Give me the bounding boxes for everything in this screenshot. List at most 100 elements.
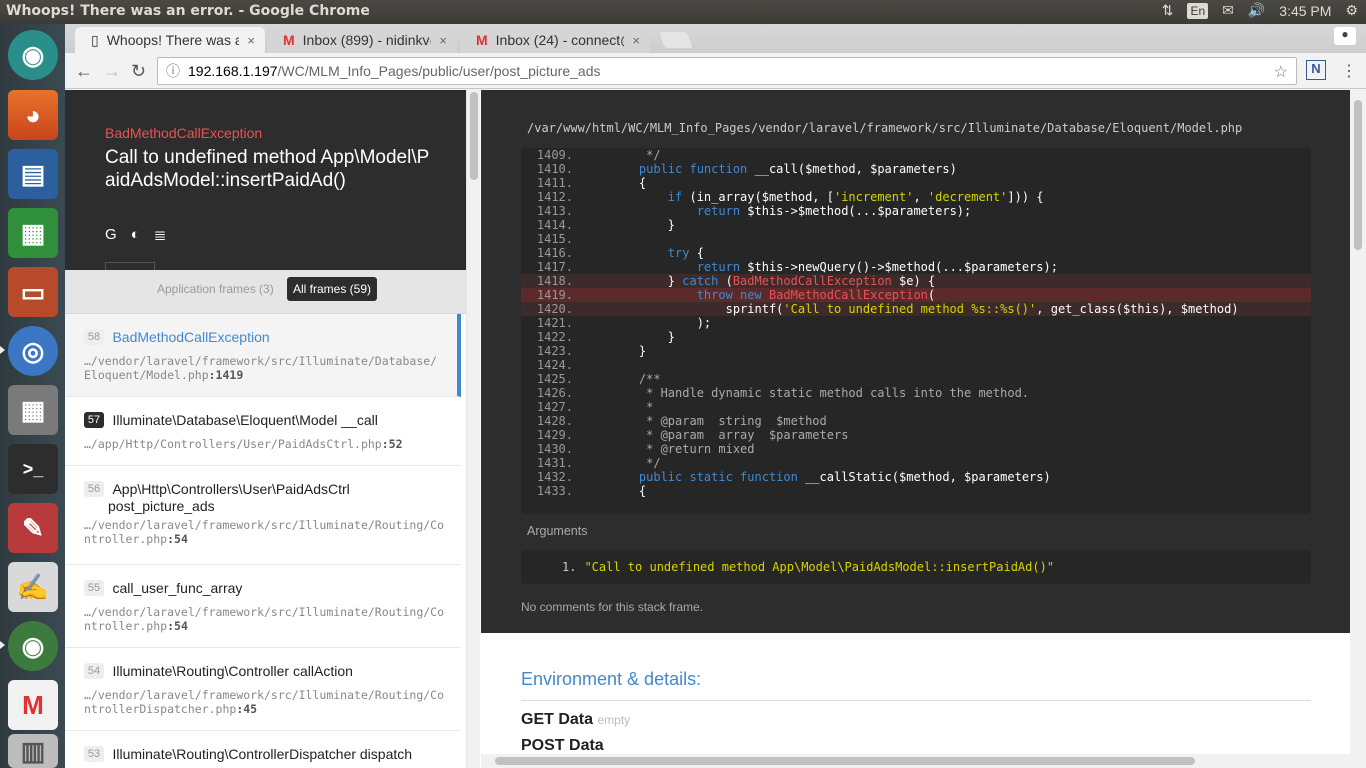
frame-file: …/vendor/laravel/framework/src/Illuminat… bbox=[84, 605, 445, 633]
browser-toolbar: ← → ↻ ⓘ 192.168.1.197/WC/MLM_Info_Pages/… bbox=[65, 53, 1366, 89]
line-number: 1412. bbox=[536, 190, 573, 204]
trash-icon[interactable]: ▥ bbox=[8, 734, 58, 768]
frame-number: 58 bbox=[84, 328, 104, 345]
code-text: sprintf('Call to undefined method %s::%s… bbox=[610, 302, 1239, 316]
frame-method: post_picture_ads bbox=[108, 498, 215, 514]
tab-inbox-24[interactable]: M Inbox (24) - connect@example.com × bbox=[460, 27, 650, 53]
frame-number: 53 bbox=[84, 745, 104, 762]
volume-icon[interactable]: 🔊 bbox=[1248, 2, 1265, 19]
line-number: 1428. bbox=[536, 414, 573, 428]
line-number: 1425. bbox=[536, 372, 573, 386]
extension-button[interactable]: N bbox=[1306, 60, 1326, 80]
code-line: 1431. */ bbox=[521, 456, 1311, 470]
search-links: G ◐ ≣ bbox=[105, 226, 166, 244]
google-search-icon[interactable]: G bbox=[105, 226, 117, 244]
new-tab-button[interactable] bbox=[659, 32, 693, 48]
stack-frame[interactable]: 54 Illuminate\Routing\Controller callAct… bbox=[65, 648, 461, 731]
profile-icon[interactable]: ● bbox=[1334, 27, 1356, 45]
ubuntu-dash-icon[interactable]: ◉ bbox=[8, 30, 58, 80]
gmail-favicon-icon: M bbox=[283, 32, 295, 48]
stack-frame[interactable]: 53 Illuminate\Routing\ControllerDispatch… bbox=[65, 731, 461, 768]
code-text: if (in_array($method, ['increment', 'dec… bbox=[667, 190, 1044, 204]
horizontal-scrollbar[interactable] bbox=[481, 754, 1351, 768]
stackoverflow-search-icon[interactable]: ≣ bbox=[154, 226, 167, 244]
menu-icon[interactable]: ⋮ bbox=[1341, 61, 1357, 81]
tab-whoops[interactable]: ▯ Whoops! There was an error. × bbox=[75, 27, 265, 53]
line-number: 1410. bbox=[536, 162, 573, 176]
reload-icon[interactable]: ↻ bbox=[131, 61, 146, 82]
tab-inbox-899[interactable]: M Inbox (899) - nidinkv@gmail.com × bbox=[267, 27, 457, 53]
code-line: 1410. public function __call($method, $p… bbox=[521, 162, 1311, 176]
tab-close-icon[interactable]: × bbox=[439, 33, 447, 48]
url-host: 192.168.1.197 bbox=[188, 63, 278, 79]
line-number: 1431. bbox=[536, 456, 573, 470]
tab-close-icon[interactable]: × bbox=[632, 33, 640, 48]
terminal-icon[interactable]: >_ bbox=[8, 444, 58, 494]
line-number: 1411. bbox=[536, 176, 573, 190]
tab-close-icon[interactable]: × bbox=[247, 33, 255, 48]
stack-frame[interactable]: 56 App\Http\Controllers\User\PaidAdsCtrl… bbox=[65, 466, 461, 565]
line-number: 1414. bbox=[536, 218, 573, 232]
duckduckgo-search-icon[interactable]: ◐ bbox=[131, 226, 140, 244]
code-text: throw new BadMethodCallException( bbox=[696, 288, 936, 302]
code-line: 1415. bbox=[521, 232, 1311, 246]
line-number: 1409. bbox=[536, 148, 573, 162]
text-editor-icon[interactable]: ✍ bbox=[8, 562, 58, 612]
line-number: 1417. bbox=[536, 260, 573, 274]
all-frames-filter[interactable]: All frames (59) bbox=[287, 277, 378, 301]
calculator-icon[interactable]: ▦ bbox=[8, 385, 58, 435]
application-frames-filter[interactable]: Application frames (3) bbox=[157, 282, 274, 296]
tab-strip: ▯ Whoops! There was an error. × M Inbox … bbox=[65, 24, 1366, 53]
details-panel: /var/www/html/WC/MLM_Info_Pages/vendor/l… bbox=[481, 90, 1351, 768]
system-top-bar: Whoops! There was an error. - Google Chr… bbox=[0, 0, 1366, 24]
frame-file: …/vendor/laravel/framework/src/Illuminat… bbox=[84, 688, 445, 716]
code-line: 1412. if (in_array($method, ['increment'… bbox=[521, 190, 1311, 204]
clock[interactable]: 3:45 PM bbox=[1279, 3, 1331, 19]
forward-arrow-icon[interactable]: → bbox=[103, 61, 121, 82]
code-line: 1417. return $this->newQuery()->$method(… bbox=[521, 260, 1311, 274]
writer-icon[interactable]: ▤ bbox=[8, 149, 58, 199]
frame-line: :1419 bbox=[208, 368, 244, 382]
tab-title: Whoops! There was an error. bbox=[106, 32, 240, 48]
info-icon[interactable]: ⓘ bbox=[166, 61, 180, 81]
left-scrollbar[interactable] bbox=[466, 90, 480, 768]
code-line: 1421. ); bbox=[521, 316, 1311, 330]
bookmark-star-icon[interactable]: ☆ bbox=[1274, 62, 1288, 82]
code-text: ); bbox=[610, 316, 712, 330]
right-scrollbar[interactable] bbox=[1350, 90, 1366, 768]
line-number: 1418. bbox=[536, 274, 573, 288]
code-line: 1409. */ bbox=[521, 148, 1311, 162]
code-line: 1419. throw new BadMethodCallException( bbox=[521, 288, 1311, 302]
stack-frame[interactable]: 55 call_user_func_array …/vendor/laravel… bbox=[65, 565, 461, 648]
mail-icon[interactable]: ✉ bbox=[1222, 2, 1234, 19]
network-icon[interactable]: ⇅ bbox=[1162, 2, 1174, 19]
code-line: 1427. * bbox=[521, 400, 1311, 414]
keyboard-language[interactable]: En bbox=[1187, 2, 1209, 19]
chromium-icon[interactable]: ◎ bbox=[8, 326, 58, 376]
settings-gear-icon[interactable]: ⚙ bbox=[1345, 2, 1358, 19]
stack-frame[interactable]: 58 BadMethodCallException …/vendor/larav… bbox=[65, 314, 461, 397]
system-settings-icon[interactable]: ✎ bbox=[8, 503, 58, 553]
chrome-icon[interactable]: ◉ bbox=[8, 621, 58, 671]
argument-index: 1. bbox=[562, 560, 577, 574]
line-number: 1422. bbox=[536, 330, 573, 344]
line-number: 1416. bbox=[536, 246, 573, 260]
exception-header: BadMethodCallException Call to undefined… bbox=[65, 90, 466, 272]
line-number: 1432. bbox=[536, 470, 573, 484]
stack-frame[interactable]: 57 Illuminate\Database\Eloquent\Model __… bbox=[65, 397, 461, 466]
frame-line: :45 bbox=[236, 702, 258, 716]
code-text: * @return mixed bbox=[610, 442, 755, 456]
gmail-icon[interactable]: M bbox=[8, 680, 58, 730]
calc-icon[interactable]: ▦ bbox=[8, 208, 58, 258]
code-text: { bbox=[610, 176, 647, 190]
exception-message: Call to undefined method App\Model\PaidA… bbox=[105, 147, 430, 191]
frame-class: Illuminate\Routing\ControllerDispatcher … bbox=[112, 745, 413, 762]
code-line: 1430. * @return mixed bbox=[521, 442, 1311, 456]
address-bar[interactable]: ⓘ 192.168.1.197/WC/MLM_Info_Pages/public… bbox=[157, 57, 1297, 85]
code-line: 1432. public static function __callStati… bbox=[521, 470, 1311, 484]
back-arrow-icon[interactable]: ← bbox=[75, 61, 93, 82]
code-text: */ bbox=[610, 148, 661, 162]
files-icon[interactable]: ▭ bbox=[8, 267, 58, 317]
firefox-icon[interactable]: ◕ bbox=[8, 90, 58, 140]
frame-line: :54 bbox=[167, 619, 188, 633]
